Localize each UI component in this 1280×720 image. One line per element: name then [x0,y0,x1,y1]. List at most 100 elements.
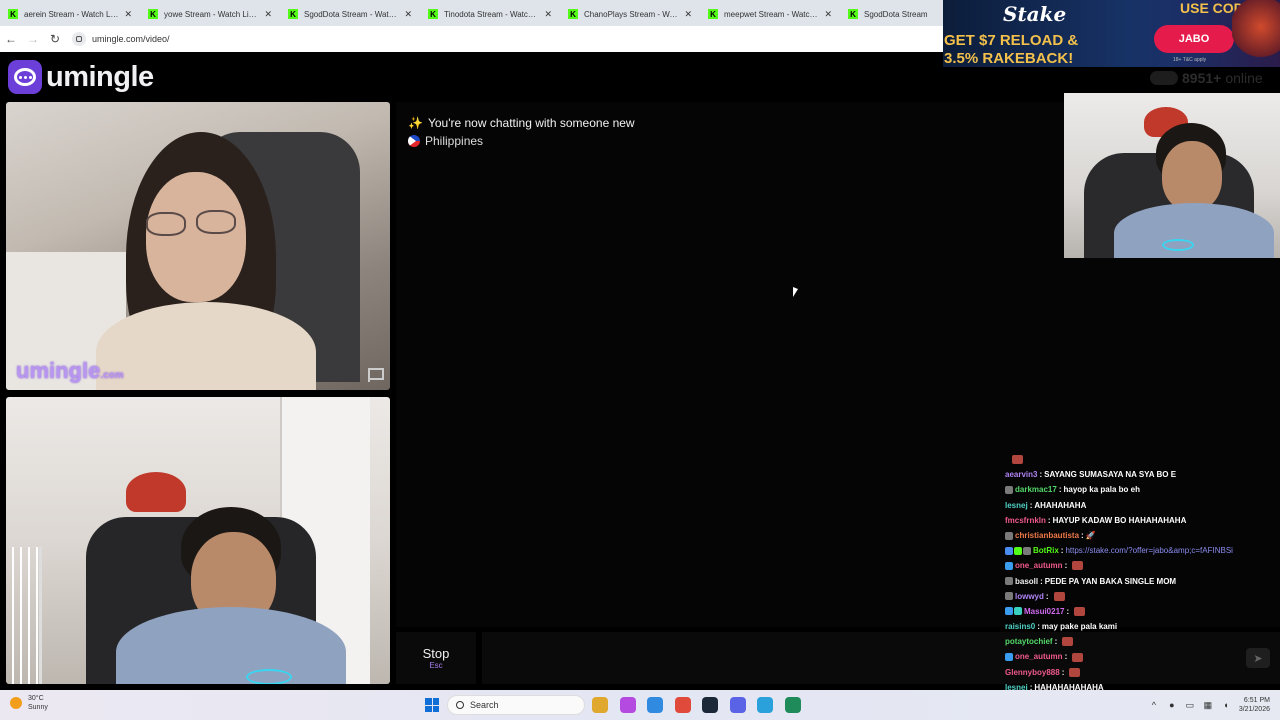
badge-icon [1005,531,1013,540]
online-toggle[interactable] [1150,71,1178,85]
taskbar-app-icon[interactable] [757,697,773,713]
taskbar-app-icon[interactable] [592,697,608,713]
temperature: 30°C [28,695,44,702]
close-icon[interactable]: ✕ [264,9,272,20]
chat-text: HAYUP KADAW BO HAHAHAHAHA [1052,515,1187,525]
streamer-face [1162,141,1222,211]
sparkle-icon: ✨ [408,116,423,130]
search-icon [456,701,464,709]
emote-icon [1062,637,1074,647]
tab-label: ChanoPlays Stream - Watch [584,9,679,19]
logo-text: umingle [46,60,154,93]
close-icon[interactable]: ✕ [684,9,692,20]
taskbar-app-icon[interactable] [647,697,663,713]
clock-time: 6:51 PM [1243,697,1270,704]
emote-icon [1072,561,1084,571]
weather-widget[interactable]: 30°C Sunny [10,694,48,712]
chat-message: Glennyboy888 : [1000,665,1280,680]
volume-icon[interactable]: ◖ [1221,700,1231,710]
emote-icon [1069,667,1081,677]
chat-text: hayop ka pala bo eh [1063,485,1140,495]
chat-message: aearvin3 : SAYANG SUMASAYA NA SYA BO E [1000,467,1280,482]
taskbar-app-icon[interactable] [674,697,691,713]
chat-username[interactable]: Masui0217 [1024,604,1064,619]
microphone-icon[interactable]: ● [1167,700,1177,710]
stop-shortcut: Esc [429,661,443,670]
taskbar-app-icon[interactable] [619,697,636,713]
chat-username[interactable]: christianbautista [1015,528,1079,543]
taskbar-app-icon[interactable] [702,697,718,713]
chat-text: AHAHAHAHA [1034,500,1087,510]
stranger-video: umingle.com [6,102,390,390]
browser-tab[interactable]: K Tinodota Stream - Watch Li ✕ [420,2,560,26]
close-icon[interactable]: ✕ [824,9,832,20]
chat-text[interactable]: https://stake.com/?offer=jabo&amp;c=fAFI… [1065,543,1233,558]
chat-badges [1005,485,1013,494]
chat-separator: : [1045,591,1049,601]
chat-message: fmcsfrnkln : HAYUP KADAW BO HAHAHAHAHA [1000,513,1280,528]
chat-username[interactable]: BotRix [1033,543,1059,558]
chat-message: lesnej : HAHAHAHAHAHA [1000,680,1280,690]
chat-username[interactable]: Glennyboy888 [1005,665,1060,680]
chat-username[interactable]: potaytochief [1005,634,1053,649]
philippines-flag-icon [408,135,420,147]
browser-tab[interactable]: Kaerein Stream - Watch Live o ✕ [0,2,140,26]
windows-taskbar: 30°C Sunny Search ^ ● ▭ ▦ ◖ 6:51 PM 3/21… [0,690,1280,720]
reload-button[interactable]: ↻ [44,32,66,46]
chat-badges [1005,546,1031,555]
headset-light [246,669,292,684]
chat-separator: : [1064,652,1068,662]
taskbar-app-icon[interactable] [729,697,746,713]
back-button[interactable]: ← [0,32,22,46]
clock[interactable]: 6:51 PM 3/21/2026 [1239,696,1270,714]
badge-icon [1023,546,1031,555]
taskbar-search[interactable]: Search [447,695,585,715]
browser-tab[interactable]: K SgodDota Stream - Watch Li ✕ [280,2,420,26]
chat-username[interactable]: raisins0 [1005,619,1035,634]
chat-text: may pake pala kami [1041,622,1118,632]
close-icon[interactable]: ✕ [544,9,552,20]
site-info-icon[interactable] [72,32,86,46]
close-icon[interactable]: ✕ [404,9,412,20]
chat-badges [1005,653,1013,662]
chat-separator: : [1029,500,1033,510]
badge-icon [1014,607,1022,616]
report-flag-icon[interactable] [368,368,384,382]
chat-message: one_autumn : [1000,558,1280,573]
url-field[interactable]: umingle.com/video/ [72,32,170,46]
country-name: Philippines [425,134,484,148]
chat-username[interactable]: one_autumn [1015,558,1063,573]
browser-tab[interactable]: Kyowe Stream - Watch Live or ✕ [140,2,280,26]
chevron-up-icon[interactable]: ^ [1149,700,1159,710]
chat-username[interactable]: fmcsfrnkln [1005,513,1046,528]
country-info: Philippines [408,134,483,148]
chat-username[interactable]: lowwyd [1015,589,1044,604]
chat-separator: : [1054,637,1058,647]
network-icon[interactable]: ▦ [1203,700,1213,710]
chat-username[interactable]: aearvin3 [1005,467,1037,482]
chat-username[interactable]: lesnej [1005,498,1028,513]
chat-username[interactable]: darkmac17 [1015,482,1057,497]
stop-button[interactable]: Stop Esc [396,632,476,684]
online-counter: 8951+ online [1150,70,1263,86]
badge-icon [1005,485,1013,494]
tab-label: aerein Stream - Watch Live o [24,9,119,19]
chat-bubble-icon [8,60,42,94]
forward-button[interactable]: → [22,32,44,46]
browser-tab[interactable]: Kmeepwet Stream - Watch Li ✕ [700,2,840,26]
windows-start-icon[interactable] [425,698,439,712]
stake-ad-banner: Stake GET $7 RELOAD & 3.5% RAKEBACK! USE… [943,0,1280,67]
close-icon[interactable]: ✕ [124,9,132,20]
kick-favicon-icon: K [568,9,578,19]
browser-tab[interactable]: K ChanoPlays Stream - Watch ✕ [560,2,700,26]
stake-decoration [1232,0,1280,67]
clock-date: 3/21/2026 [1238,706,1270,713]
display-icon[interactable]: ▭ [1185,700,1195,710]
chat-username[interactable]: basoll [1015,574,1038,589]
taskbar-app-icon[interactable] [784,697,801,713]
chat-username[interactable]: one_autumn [1015,649,1063,664]
tab-label: meepwet Stream - Watch Li [724,9,819,19]
chat-username[interactable]: lesnej [1005,680,1028,690]
url-text[interactable]: umingle.com/video/ [92,34,170,44]
umingle-logo[interactable]: umingle [8,60,154,94]
